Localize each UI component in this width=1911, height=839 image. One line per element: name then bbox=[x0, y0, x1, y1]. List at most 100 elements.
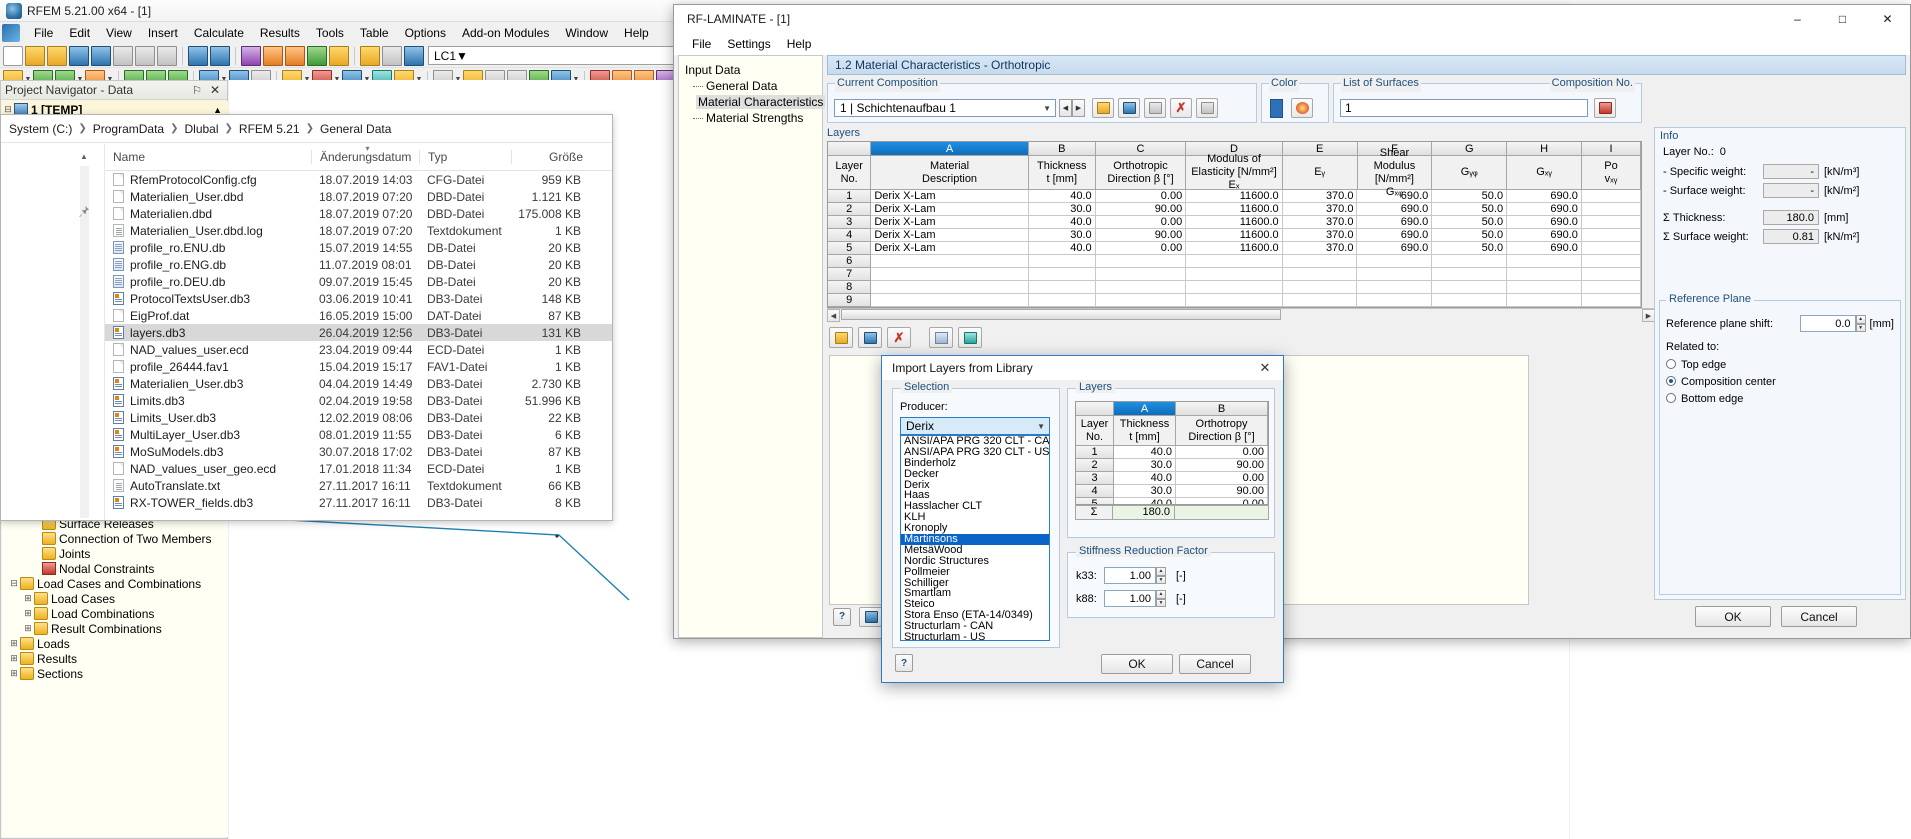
sidebar-item-sections[interactable]: ⊞ Sections bbox=[2, 666, 228, 681]
cell-gyz[interactable]: 50.0 bbox=[1432, 242, 1507, 255]
close-button[interactable]: ✕ bbox=[1865, 6, 1910, 33]
zoom-all-icon[interactable] bbox=[285, 46, 305, 66]
table-row[interactable]: 540.00.00 bbox=[1076, 498, 1268, 505]
expander-icon[interactable]: ⊞ bbox=[8, 653, 20, 664]
producer-combo[interactable]: Derix ▼ bbox=[900, 417, 1050, 435]
cell-gyz[interactable] bbox=[1432, 268, 1507, 281]
sidebar-item-loads[interactable]: ⊞ Loads bbox=[2, 636, 228, 651]
column-letter-E[interactable]: E bbox=[1283, 142, 1358, 156]
cell-ex[interactable]: 11600.0 bbox=[1186, 203, 1282, 216]
radio-bottom-edge[interactable]: Bottom edge bbox=[1666, 393, 1743, 405]
radio-icon[interactable] bbox=[1666, 376, 1676, 386]
sidebar-item-joints[interactable]: Joints bbox=[2, 546, 228, 561]
rf-laminate-navigation-tree[interactable]: Input Data General Data Material Charact… bbox=[678, 55, 823, 638]
table-row[interactable]: 230.090.00 bbox=[1076, 459, 1268, 472]
cell-beta[interactable]: 0.00 bbox=[1096, 242, 1187, 255]
cell-ex[interactable] bbox=[1186, 281, 1282, 294]
pan-icon[interactable] bbox=[307, 46, 327, 66]
file-list[interactable]: RfemProtocolConfig.cfg18.07.2019 14:03CF… bbox=[105, 171, 612, 511]
cell-ey[interactable] bbox=[1283, 294, 1358, 307]
ok-button[interactable]: OK bbox=[1695, 606, 1771, 627]
lam-menu-file[interactable]: File bbox=[684, 35, 719, 53]
radio-icon[interactable] bbox=[1666, 359, 1676, 369]
cell-material[interactable]: Derix X-Lam bbox=[871, 190, 1028, 203]
column-header-date[interactable]: ▾ Änderungsdatum bbox=[311, 150, 419, 164]
cell-gxz[interactable] bbox=[1357, 294, 1432, 307]
cell-t[interactable] bbox=[1029, 268, 1096, 281]
file-list-pane[interactable]: Name ▾ Änderungsdatum Typ Größe RfemProt… bbox=[104, 144, 612, 520]
table-row[interactable]: layers.db326.04.2019 12:56DB3-Datei131 K… bbox=[105, 324, 612, 341]
list-item[interactable]: Structurlam - US bbox=[901, 632, 1049, 641]
column-header-type[interactable]: Typ bbox=[419, 150, 511, 164]
table-row[interactable]: RX-TOWER_fields.db327.11.2017 16:11DB3-D… bbox=[105, 494, 612, 511]
menu-view[interactable]: View bbox=[98, 24, 140, 42]
breadcrumb-programdata[interactable]: ProgramData bbox=[91, 122, 166, 136]
table-row[interactable]: Materialien_User.db304.04.2019 14:49DB3-… bbox=[105, 375, 612, 392]
cell-gyz[interactable] bbox=[1432, 281, 1507, 294]
cell-thickness[interactable]: 40.0 bbox=[1114, 446, 1176, 459]
folder-icon[interactable] bbox=[329, 46, 349, 66]
scroll-up-icon[interactable]: ▲ bbox=[78, 148, 90, 164]
table-row[interactable]: Materialien_User.dbd18.07.2019 07:20DBD-… bbox=[105, 188, 612, 205]
cell-gyz[interactable] bbox=[1432, 294, 1507, 307]
menu-file[interactable]: File bbox=[26, 24, 61, 42]
column-letter-I[interactable]: I bbox=[1582, 142, 1641, 156]
cell-gxz[interactable] bbox=[1357, 281, 1432, 294]
cell-t[interactable]: 30.0 bbox=[1029, 203, 1096, 216]
maximize-button[interactable]: □ bbox=[1820, 6, 1865, 33]
reference-plane-shift-stepper[interactable]: ▲▼ bbox=[1856, 315, 1866, 332]
cell-vxy[interactable] bbox=[1582, 268, 1641, 281]
cell-ey[interactable]: 370.0 bbox=[1283, 203, 1358, 216]
menu-options[interactable]: Options bbox=[397, 24, 454, 42]
lam-menu-help[interactable]: Help bbox=[779, 35, 820, 53]
breadcrumb-rfem[interactable]: RFEM 5.21 bbox=[237, 122, 302, 136]
help-button[interactable]: ? bbox=[833, 608, 851, 626]
open-file-icon[interactable] bbox=[25, 46, 45, 66]
cell-gxz[interactable]: 690.0 bbox=[1357, 229, 1432, 242]
cell-vxy[interactable] bbox=[1582, 203, 1641, 216]
import-composition-button[interactable] bbox=[1118, 98, 1140, 118]
table-row[interactable]: 2Derix X-Lam30.090.0011600.0370.0690.050… bbox=[828, 203, 1641, 216]
cell-gxz[interactable]: 690.0 bbox=[1357, 242, 1432, 255]
table-row[interactable]: profile_ro.DEU.db09.07.2019 15:45DB-Date… bbox=[105, 273, 612, 290]
column-letter-C[interactable]: C bbox=[1096, 142, 1187, 156]
menu-tools[interactable]: Tools bbox=[308, 24, 352, 42]
cell-material[interactable] bbox=[871, 281, 1028, 294]
scroll-left-icon[interactable]: ◀ bbox=[827, 309, 840, 322]
save-icon[interactable] bbox=[91, 46, 111, 66]
cell-material[interactable]: Derix X-Lam bbox=[871, 242, 1028, 255]
lam-tree-general-data[interactable]: General Data bbox=[685, 78, 822, 94]
table-row[interactable]: RfemProtocolConfig.cfg18.07.2019 14:03CF… bbox=[105, 171, 612, 188]
undo-icon[interactable] bbox=[188, 46, 208, 66]
cell-ey[interactable] bbox=[1283, 255, 1358, 268]
k33-stepper[interactable]: ▲▼ bbox=[1156, 567, 1166, 584]
stepper-up-icon[interactable]: ▲ bbox=[1856, 315, 1866, 324]
table-row[interactable]: 9 bbox=[828, 294, 1641, 307]
cell-vxy[interactable] bbox=[1582, 255, 1641, 268]
cell-thickness[interactable]: 30.0 bbox=[1114, 485, 1176, 498]
column-letter-A[interactable]: A bbox=[1114, 402, 1176, 416]
column-letter-H[interactable]: H bbox=[1507, 142, 1582, 156]
column-header-name[interactable]: Name bbox=[105, 150, 311, 164]
sidebar-item-load-cases[interactable]: ⊞ Load Cases bbox=[2, 591, 228, 606]
table-row[interactable]: Materialien.dbd18.07.2019 07:20DBD-Datei… bbox=[105, 205, 612, 222]
cell-gxy[interactable]: 690.0 bbox=[1507, 229, 1582, 242]
cell-gxy[interactable] bbox=[1507, 255, 1582, 268]
cell-material[interactable]: Derix X-Lam bbox=[871, 216, 1028, 229]
sidebar-item-load-combinations[interactable]: ⊞ Load Combinations bbox=[2, 606, 228, 621]
expander-icon[interactable]: ⊞ bbox=[22, 593, 34, 604]
cell-beta[interactable]: 0.00 bbox=[1176, 472, 1268, 485]
import-ok-button[interactable]: OK bbox=[1101, 654, 1173, 674]
sidebar-item-connection-of-two-members[interactable]: Connection of Two Members bbox=[2, 531, 228, 546]
cell-gyz[interactable]: 50.0 bbox=[1432, 190, 1507, 203]
menu-calculate[interactable]: Calculate bbox=[186, 24, 252, 42]
color-picker-button[interactable] bbox=[1291, 98, 1313, 118]
table-row[interactable]: ProtocolTextsUser.db303.06.2019 10:41DB3… bbox=[105, 290, 612, 307]
new-file-icon[interactable] bbox=[3, 46, 23, 66]
k33-input[interactable]: 1.00 bbox=[1104, 567, 1156, 584]
units-button[interactable] bbox=[859, 607, 883, 627]
cell-vxy[interactable] bbox=[1582, 281, 1641, 294]
color-swatch[interactable] bbox=[1270, 99, 1283, 118]
table-row[interactable]: AutoTranslate.txt27.11.2017 16:11Textdok… bbox=[105, 477, 612, 494]
cell-ey[interactable]: 370.0 bbox=[1283, 229, 1358, 242]
